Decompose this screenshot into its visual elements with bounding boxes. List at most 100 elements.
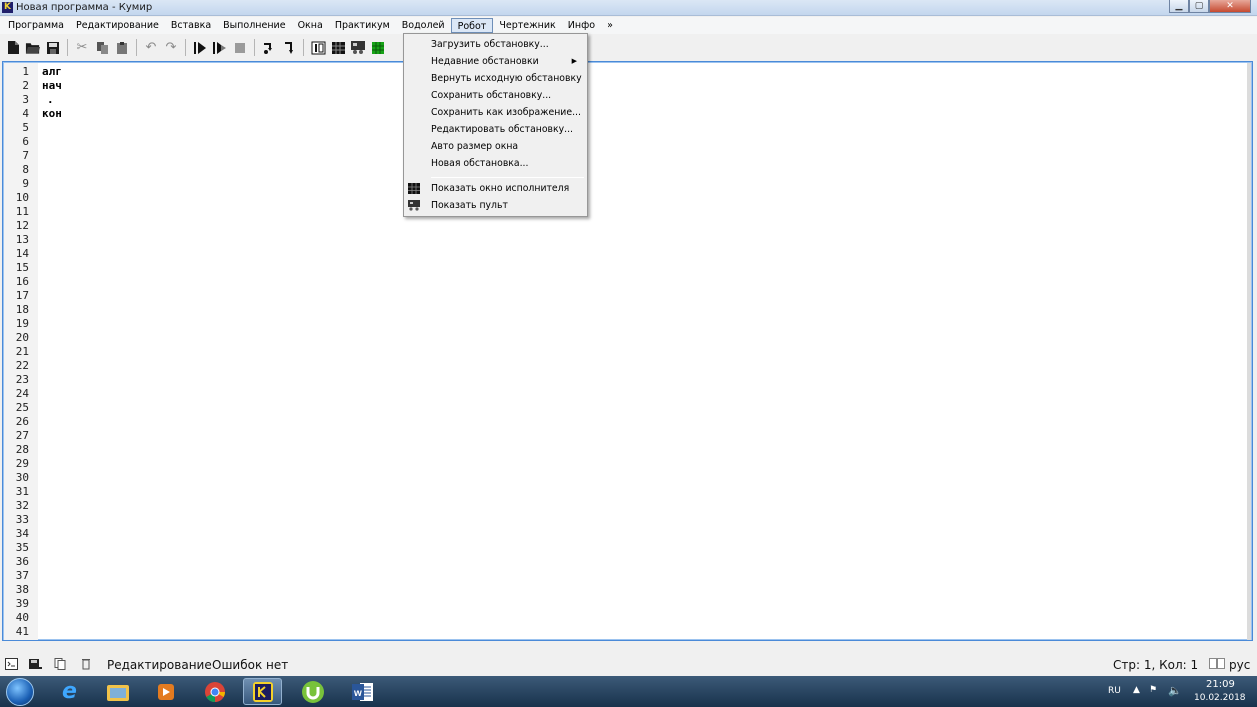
code-editor[interactable]: 1 2 3 4 5 6 7 8 9 10 11 12 13 14 15 16 17 18 19 20 21 22 23 24 2… xyxy=(2,61,1253,641)
clock-date[interactable]: 10.02.2018 xyxy=(1194,693,1246,703)
toolbar-separator xyxy=(136,39,137,56)
menu-draftsman[interactable]: Чертежник xyxy=(493,18,561,33)
menu-insert[interactable]: Вставка xyxy=(165,18,217,33)
line-number: 22 xyxy=(15,359,29,372)
toolbar-separator xyxy=(254,39,255,56)
code-line[interactable]: . xyxy=(47,93,54,107)
copy-output-icon[interactable] xyxy=(54,658,68,672)
line-number: 8 xyxy=(22,163,29,176)
menu-edit[interactable]: Редактирование xyxy=(70,18,165,33)
menu-program[interactable]: Программа xyxy=(2,18,70,33)
code-line[interactable]: нач xyxy=(42,79,62,93)
submenu-arrow-icon: ▶ xyxy=(571,57,577,65)
clear-output-icon[interactable] xyxy=(79,658,93,672)
robot-green-icon[interactable] xyxy=(370,40,386,56)
menu-run[interactable]: Выполнение xyxy=(217,18,291,33)
line-number: 16 xyxy=(15,275,29,288)
run-icon[interactable] xyxy=(192,40,208,56)
cut-icon[interactable]: ✂ xyxy=(74,40,90,56)
grid-icon[interactable] xyxy=(330,40,346,56)
window-title: Новая программа - Кумир xyxy=(16,2,153,13)
start-button[interactable] xyxy=(6,678,34,706)
paste-icon[interactable] xyxy=(114,40,130,56)
menu-item-save-environment[interactable]: Сохранить обстановку... xyxy=(404,87,587,104)
flag-icon[interactable]: ⚑ xyxy=(1149,685,1157,695)
stop-icon[interactable] xyxy=(232,40,248,56)
show-hidden-icons[interactable]: ▲ xyxy=(1133,685,1140,695)
run-step-icon[interactable] xyxy=(212,40,228,56)
minimize-button[interactable]: ▁ xyxy=(1169,0,1189,13)
line-number: 12 xyxy=(15,219,29,232)
code-line[interactable]: кон xyxy=(42,107,62,121)
redo-icon[interactable]: ↷ xyxy=(163,40,179,56)
menu-item-show-executor-window[interactable]: Показать окно исполнителя xyxy=(404,180,587,197)
robot-menu: Загрузить обстановку... Недавние обстано… xyxy=(403,33,588,217)
copy-icon[interactable] xyxy=(94,40,110,56)
kumir-app-icon[interactable]: K xyxy=(2,2,13,13)
robot-field-icon[interactable] xyxy=(310,40,326,56)
undo-icon[interactable]: ↶ xyxy=(143,40,159,56)
menu-separator xyxy=(431,177,584,178)
line-number: 39 xyxy=(15,597,29,610)
robot-remote-icon[interactable] xyxy=(350,40,366,56)
menu-item-recent-environments[interactable]: Недавние обстановки ▶ xyxy=(404,53,587,70)
line-number: 19 xyxy=(15,317,29,330)
line-number: 2 xyxy=(22,79,29,92)
close-button[interactable]: ✕ xyxy=(1209,0,1251,13)
menu-item-label: Загрузить обстановку... xyxy=(431,39,549,50)
line-number: 30 xyxy=(15,471,29,484)
menu-more[interactable]: » xyxy=(601,18,619,33)
toolbar-separator xyxy=(67,39,68,56)
line-number: 23 xyxy=(15,373,29,386)
file-explorer-icon[interactable] xyxy=(98,678,137,705)
window-controls: ▁ ▢ ✕ xyxy=(1169,0,1251,13)
menu-item-label: Сохранить как изображение... xyxy=(431,107,581,118)
utorrent-icon[interactable] xyxy=(293,678,332,705)
clock-time[interactable]: 21:09 xyxy=(1206,679,1235,690)
line-number-gutter: 1 2 3 4 5 6 7 8 9 10 11 12 13 14 15 16 17 18 19 20 21 22 23 24 2… xyxy=(4,63,38,640)
console-icon[interactable] xyxy=(4,658,18,672)
line-number: 4 xyxy=(22,107,29,120)
line-number: 11 xyxy=(15,205,29,218)
menu-item-load-environment[interactable]: Загрузить обстановку... xyxy=(404,36,587,53)
word-icon[interactable]: w xyxy=(343,678,382,705)
line-number: 6 xyxy=(22,135,29,148)
menu-item-restore-environment[interactable]: Вернуть исходную обстановку xyxy=(404,70,587,87)
step-into-icon[interactable] xyxy=(281,40,297,56)
menu-practicum[interactable]: Практикум xyxy=(329,18,396,33)
menu-item-label: Новая обстановка... xyxy=(431,158,529,169)
volume-icon[interactable]: 🔈 xyxy=(1168,684,1182,697)
line-number: 31 xyxy=(15,485,29,498)
save-icon[interactable] xyxy=(45,40,61,56)
new-file-icon[interactable] xyxy=(5,40,21,56)
media-player-icon[interactable] xyxy=(146,678,185,705)
vertical-scrollbar[interactable] xyxy=(1247,63,1251,640)
menu-item-auto-window-size[interactable]: Авто размер окна xyxy=(404,138,587,155)
line-number: 27 xyxy=(15,429,29,442)
internet-explorer-icon[interactable]: e xyxy=(50,678,89,705)
open-folder-icon[interactable] xyxy=(25,40,41,56)
taskbar: e w RU ▲ ⚑ 🔈 21:09 10.02.2018 xyxy=(0,676,1257,707)
save-output-icon[interactable] xyxy=(28,658,42,672)
menu-item-edit-environment[interactable]: Редактировать обстановку... xyxy=(404,121,587,138)
menu-item-label: Показать пульт xyxy=(431,200,508,211)
chrome-icon[interactable] xyxy=(195,678,234,705)
menu-item-new-environment[interactable]: Новая обстановка... xyxy=(404,155,587,172)
cursor-position: Стр: 1, Кол: 1 xyxy=(1113,658,1199,672)
menu-item-save-as-image[interactable]: Сохранить как изображение... xyxy=(404,104,587,121)
menu-item-label: Сохранить обстановку... xyxy=(431,90,552,101)
menu-item-label: Редактировать обстановку... xyxy=(431,124,574,135)
line-number: 24 xyxy=(15,387,29,400)
kumir-icon[interactable] xyxy=(243,678,282,705)
step-over-icon[interactable] xyxy=(261,40,277,56)
menu-vodoley[interactable]: Водолей xyxy=(396,18,451,33)
menu-info[interactable]: Инфо xyxy=(562,18,601,33)
language-indicator[interactable]: RU xyxy=(1108,686,1121,696)
line-number: 20 xyxy=(15,331,29,344)
menu-windows[interactable]: Окна xyxy=(292,18,329,33)
menu-robot[interactable]: Робот xyxy=(450,18,494,33)
maximize-button[interactable]: ▢ xyxy=(1189,0,1209,13)
menu-item-show-remote[interactable]: Показать пульт xyxy=(404,197,587,214)
code-line[interactable]: алг xyxy=(42,65,62,79)
menu-item-label: Авто размер окна xyxy=(431,141,519,152)
